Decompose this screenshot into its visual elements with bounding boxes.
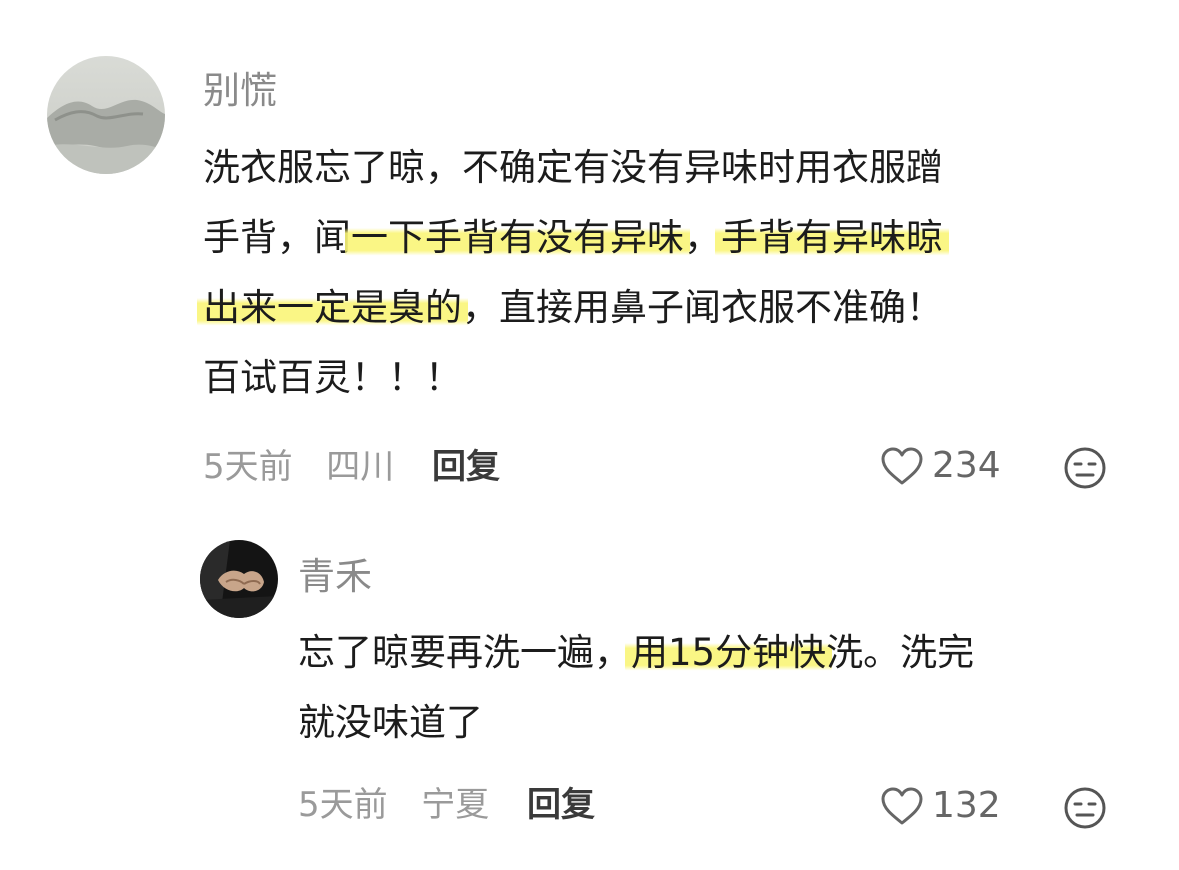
neutral-face-emoji-icon[interactable]	[1063, 786, 1107, 830]
comment-text-line: 手背，闻一下手背有没有异味，手背有异味晾	[203, 203, 1133, 273]
text-segment: 洗衣服忘了晾，不确定有没有异味时用衣服蹭	[203, 146, 943, 189]
text-segment: 忘了晾要再洗一遍，	[298, 631, 631, 674]
comment-meta: 5天前 宁夏	[298, 788, 489, 822]
like-button[interactable]: 234	[880, 446, 1001, 486]
avatar-image	[47, 56, 165, 174]
comment-text-line: 百试百灵！！！	[203, 343, 1133, 413]
highlighted-text: 用15分钟快	[625, 631, 833, 674]
comment-time: 5天前	[298, 785, 388, 825]
text-segment: 洗。洗完	[826, 631, 975, 674]
highlighted-text: 出来一定是臭的	[197, 286, 468, 329]
text-segment: 百试百灵！！！	[203, 356, 462, 399]
commenter-name[interactable]: 青禾	[298, 558, 372, 595]
avatar[interactable]	[200, 540, 278, 618]
comment-time: 5天前	[203, 447, 293, 487]
like-button[interactable]: 132	[880, 786, 1001, 826]
comment-2: 青禾 忘了晾要再洗一遍，用15分钟快洗。洗完就没味道了 5天前 宁夏 回复 13…	[0, 520, 1179, 870]
comment-text-line: 洗衣服忘了晾，不确定有没有异味时用衣服蹭	[203, 133, 1133, 203]
highlighted-text: 一下手背有没有异味	[345, 216, 690, 259]
text-segment: ，直接用鼻子闻衣服不准确！	[462, 286, 943, 329]
neutral-face-emoji-icon[interactable]	[1063, 446, 1107, 490]
like-count: 234	[932, 445, 1001, 486]
comment-location: 宁夏	[421, 785, 490, 825]
text-segment: 就没味道了	[298, 701, 483, 744]
heart-outline-icon	[880, 786, 924, 826]
comment-text: 忘了晾要再洗一遍，用15分钟快洗。洗完就没味道了	[298, 618, 1138, 758]
comment-1: 别慌 洗衣服忘了晾，不确定有没有异味时用衣服蹭手背，闻一下手背有没有异味，手背有…	[0, 0, 1179, 520]
commenter-name[interactable]: 别慌	[203, 72, 277, 109]
comment-text-line: 忘了晾要再洗一遍，用15分钟快洗。洗完	[298, 618, 1138, 688]
heart-outline-icon	[880, 446, 924, 486]
comment-text: 洗衣服忘了晾，不确定有没有异味时用衣服蹭手背，闻一下手背有没有异味，手背有异味晾…	[197, 133, 1133, 413]
like-count: 132	[932, 785, 1001, 826]
text-segment: 手背，闻	[203, 216, 351, 259]
avatar-image	[200, 540, 278, 618]
comment-text-line: 就没味道了	[298, 688, 1138, 758]
highlighted-text: 手背有异味晾	[715, 216, 949, 259]
comment-location: 四川	[326, 447, 395, 487]
reply-button[interactable]: 回复	[432, 450, 500, 484]
comment-text-line: 出来一定是臭的，直接用鼻子闻衣服不准确！	[197, 273, 1133, 343]
reply-button[interactable]: 回复	[527, 788, 595, 822]
comment-meta: 5天前 四川	[203, 450, 394, 484]
avatar[interactable]	[47, 56, 165, 174]
